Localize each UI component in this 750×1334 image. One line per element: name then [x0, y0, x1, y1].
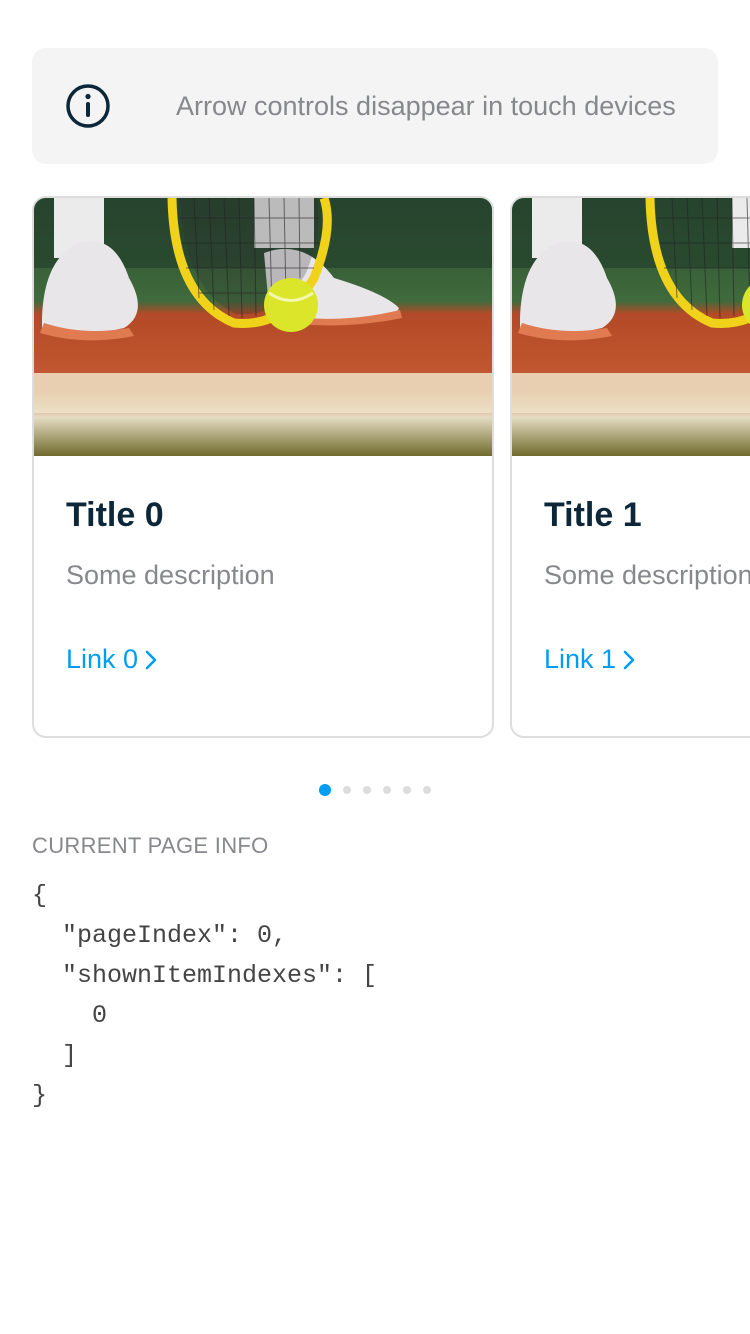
page-info-code: { "pageIndex": 0, "shownItemIndexes": [ … [32, 881, 378, 1110]
carousel-card[interactable]: Title 0 Some description Link 0 [32, 196, 494, 738]
card-image [34, 198, 492, 456]
pagination-dot[interactable] [343, 786, 351, 794]
carousel-card[interactable]: Title 1 Some description Link 1 [510, 196, 750, 738]
carousel-pagination [0, 782, 750, 798]
card-link-label: Link 1 [544, 644, 617, 674]
pagination-dot[interactable] [383, 786, 391, 794]
pagination-dot-active[interactable] [319, 784, 331, 796]
card-link-label: Link 0 [66, 644, 139, 674]
card-link[interactable]: Link 1 [544, 644, 636, 675]
card-image [512, 198, 750, 456]
info-callout: Arrow controls disappear in touch device… [32, 48, 718, 164]
page-info-label: CURRENT PAGE INFO [32, 833, 269, 858]
pagination-dot[interactable] [363, 786, 371, 794]
carousel[interactable]: Title 0 Some description Link 0 Title 1 … [32, 196, 750, 740]
chevron-right-icon [623, 650, 635, 669]
chevron-right-icon [145, 650, 157, 669]
card-title: Title 1 [544, 496, 642, 534]
info-icon [66, 84, 110, 128]
card-description: Some description [544, 560, 750, 590]
pagination-dot[interactable] [423, 786, 431, 794]
card-title: Title 0 [66, 496, 164, 534]
card-description: Some description [66, 560, 275, 590]
callout-text: Arrow controls disappear in touch device… [176, 90, 676, 121]
card-link[interactable]: Link 0 [66, 644, 158, 675]
pagination-dot[interactable] [403, 786, 411, 794]
page: Arrow controls disappear in touch device… [0, 0, 750, 1334]
